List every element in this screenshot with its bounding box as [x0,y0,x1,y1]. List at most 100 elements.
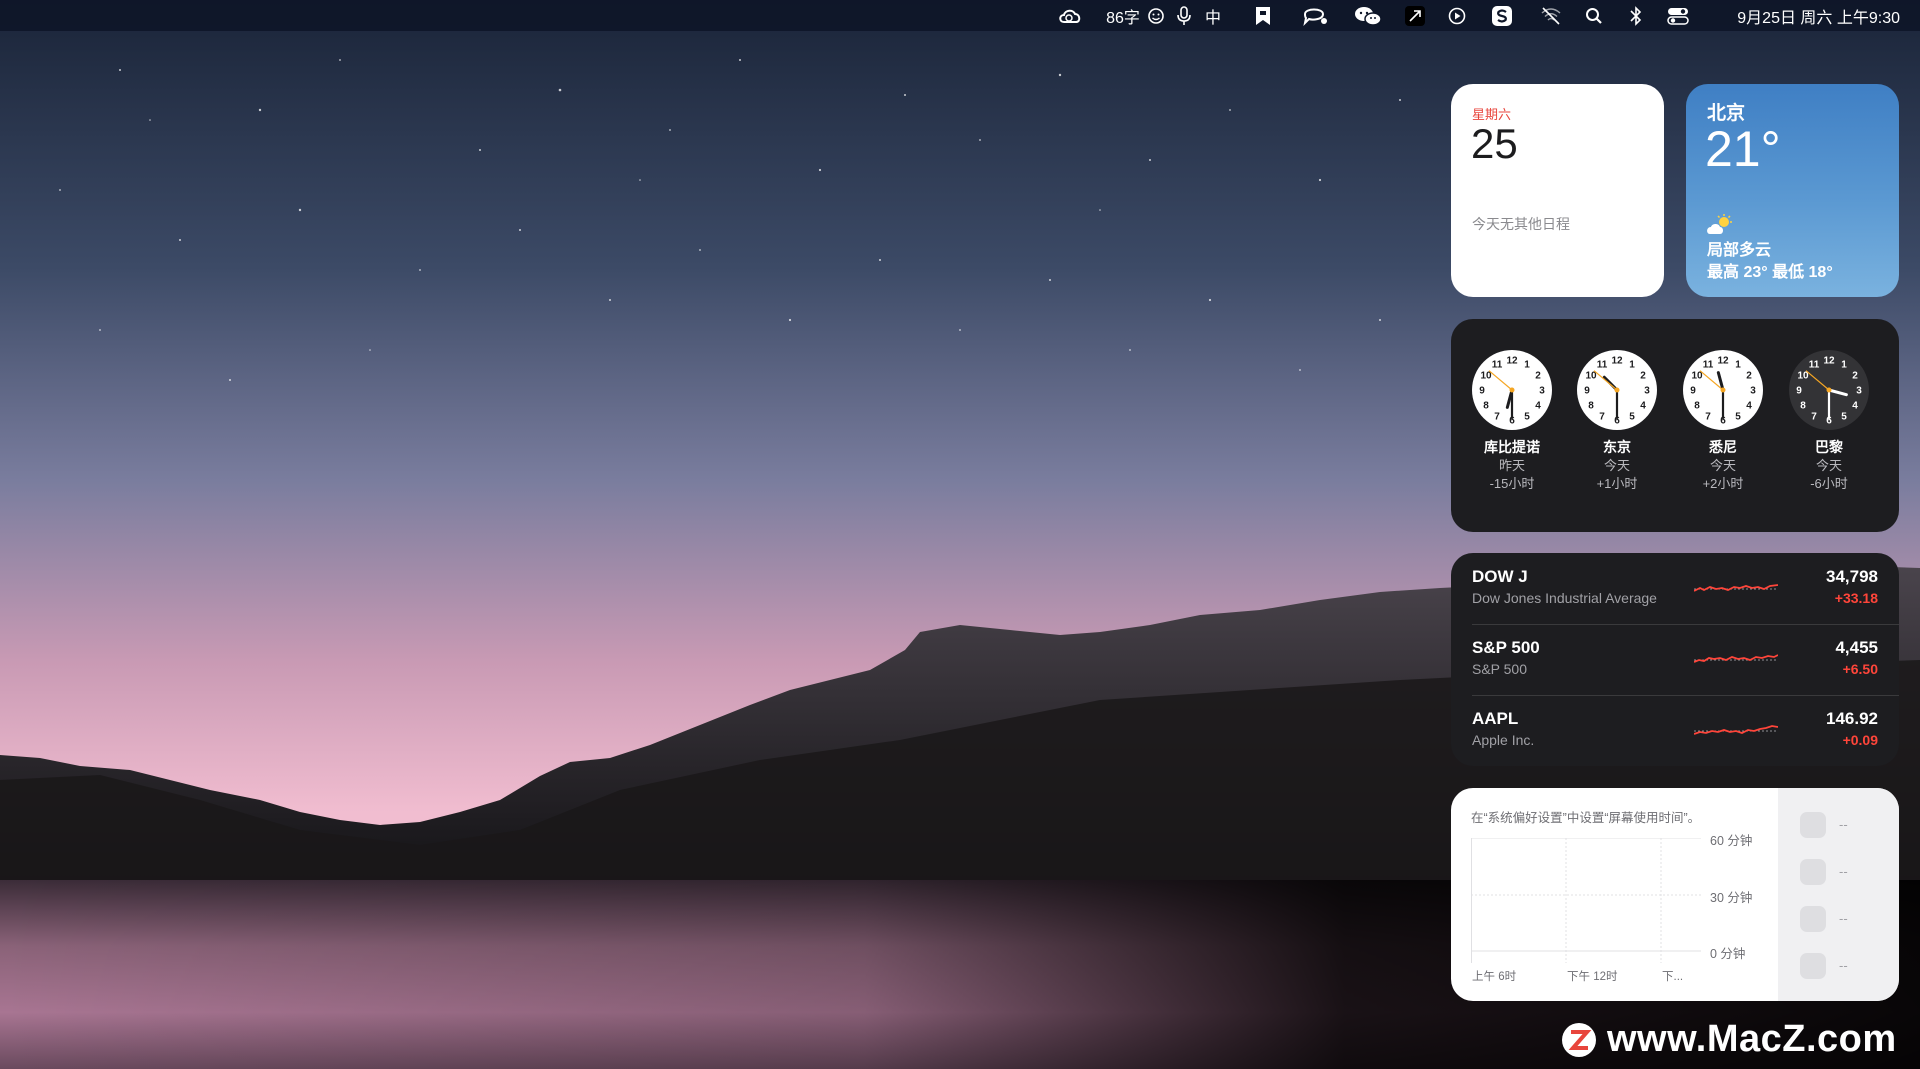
weather-condition: 局部多云 [1707,242,1772,259]
clock-numeral: 12 [1506,356,1518,367]
y-axis-label: 0 分钟 [1710,947,1746,961]
input-method-icon[interactable]: 中 [1199,0,1227,31]
stock-row[interactable]: AAPL Apple Inc. 146.92 +0.09 [1451,695,1899,766]
clock-numeral: 4 [1640,401,1646,412]
stock-symbol: AAPL [1472,709,1519,728]
clock-numeral: 7 [1811,411,1817,422]
macz-logo-icon [1562,1022,1596,1057]
watermark-text: www.MacZ.com [1607,1018,1897,1060]
creative-cloud-icon[interactable] [1055,0,1085,31]
clock-numeral: 1 [1629,360,1635,371]
clock-numeral: 5 [1735,411,1741,422]
clock-numeral: 4 [1852,401,1858,412]
clock-item: 1 2 3 4 5 6 7 8 9 10 11 12 东京 今天 +1小时 [1571,349,1663,493]
menubar-clock[interactable]: 9月25日 周六 上午9:30 [1708,0,1900,31]
clock-numeral: 4 [1746,401,1752,412]
clock-offset: +1小时 [1596,476,1638,491]
clock-city: 东京 [1603,439,1631,455]
stocks-widget[interactable]: DOW J Dow Jones Industrial Average 34,79… [1451,553,1899,766]
stock-symbol: S&P 500 [1472,638,1540,657]
bluetooth-icon[interactable] [1626,0,1646,31]
calendar-widget[interactable]: 星期六 25 今天无其他日程 [1451,84,1664,297]
app-placeholder-icon [1800,953,1826,979]
analog-clock-face: 1234567891011 12 [1789,350,1869,430]
stock-price: 4,455 [1835,638,1878,657]
clock-numeral: 9 [1479,386,1485,397]
clock-hub [1826,387,1832,393]
stock-change: +0.09 [1842,732,1878,748]
clock-day: 今天 [1603,458,1630,473]
search-icon[interactable] [1583,0,1605,31]
analog-clock-face: 1234567891011 12 [1577,350,1657,430]
stock-change: +6.50 [1842,661,1878,677]
stock-symbol: DOW J [1472,567,1528,586]
clock-numeral: 2 [1535,371,1541,382]
clock-numeral: 5 [1841,411,1847,422]
clock-item: 1 2 3 4 5 6 7 8 9 10 11 12 悉尼 今天 +2小时 [1677,349,1769,493]
clock-numeral: 7 [1705,411,1711,422]
clock-numeral: 1 [1735,360,1741,371]
app-placeholder-icon [1800,906,1826,932]
clock-numeral: 7 [1599,411,1605,422]
app-usage-placeholder: -- [1839,864,1848,879]
stock-row[interactable]: S&P 500 S&P 500 4,455 +6.50 [1451,624,1899,695]
screen-time-message: 在“系统偏好设置”中设置“屏幕使用时间”。 [1471,811,1701,825]
clock-hub [1614,387,1620,393]
clock-offset: +2小时 [1702,476,1744,491]
screen-time-app-list: -- -- -- -- [1778,788,1899,1001]
clock-numeral: 7 [1494,411,1500,422]
clock-offset: -6小时 [1810,476,1848,491]
stock-name: Apple Inc. [1472,732,1535,748]
word-count-indicator[interactable]: 86字 [1103,0,1143,31]
clock-city: 巴黎 [1815,439,1843,455]
clock-offset: -15小时 [1489,476,1535,491]
analog-clock-face: 1234567891011 12 [1472,350,1552,430]
weather-widget[interactable]: 北京 21° 局部多云 最高 23° 最低 18° [1686,84,1899,297]
emoji-icon[interactable] [1145,0,1167,31]
weather-high-low: 最高 23° 最低 18° [1707,264,1833,281]
clock-numeral: 3 [1856,386,1862,397]
world-clock-widget[interactable]: 1 2 3 4 5 6 7 8 9 10 11 12 库比提诺 昨天 -15小时 1234567891… [1451,319,1899,532]
clock-numeral: 12 [1717,356,1729,367]
weather-temperature: 21° [1705,121,1781,177]
stock-sparkline [1694,725,1778,735]
clock-numeral: 11 [1492,360,1503,371]
wifi-off-icon[interactable] [1538,0,1564,31]
clock-numeral: 9 [1796,386,1802,397]
bookmark-app-icon[interactable] [1250,0,1276,31]
clock-numeral: 5 [1524,411,1530,422]
clock-numeral: 11 [1703,360,1714,371]
app-placeholder-icon [1800,859,1826,885]
wechat-icon[interactable] [1353,0,1383,31]
app-usage-placeholder: -- [1839,958,1848,973]
clock-numeral: 4 [1535,401,1541,412]
clock-numeral: 8 [1483,401,1489,412]
screen-time-widget[interactable]: 在“系统偏好设置”中设置“屏幕使用时间”。 60 分钟 30 分钟 0 分钟 上… [1451,788,1899,1001]
clock-day: 昨天 [1498,458,1525,473]
control-center-icon[interactable] [1665,0,1691,31]
clock-numeral: 12 [1611,356,1623,367]
clock-numeral: 8 [1694,401,1700,412]
clock-numeral: 8 [1588,401,1594,412]
clock-hub [1720,387,1726,393]
menubar-datetime: 9月25日 周六 上午9:30 [1737,9,1900,27]
stock-price: 34,798 [1826,567,1878,586]
stock-row[interactable]: DOW J Dow Jones Industrial Average 34,79… [1451,553,1899,624]
s-app-icon[interactable] [1489,0,1515,31]
clock-numeral: 3 [1644,386,1650,397]
stock-price: 146.92 [1826,709,1878,728]
chat-bubble-icon[interactable] [1300,0,1330,31]
clock-numeral: 2 [1746,371,1752,382]
clock-numeral: 8 [1800,401,1806,412]
clock-numeral: 5 [1629,411,1635,422]
clock-numeral: 11 [1597,360,1608,371]
clock-day: 今天 [1709,458,1736,473]
microphone-icon[interactable] [1173,0,1195,31]
stock-sparkline [1694,584,1778,592]
clock-item: 1 2 3 4 5 6 7 8 9 10 11 12 库比提诺 昨天 -15小时 [1466,349,1558,493]
watermark: www.MacZ.com [1561,1018,1897,1061]
play-circle-icon[interactable] [1445,0,1469,31]
app-usage-placeholder: -- [1839,911,1848,926]
x-axis-label: 下... [1662,971,1684,983]
app-tile-icon[interactable] [1402,0,1428,31]
